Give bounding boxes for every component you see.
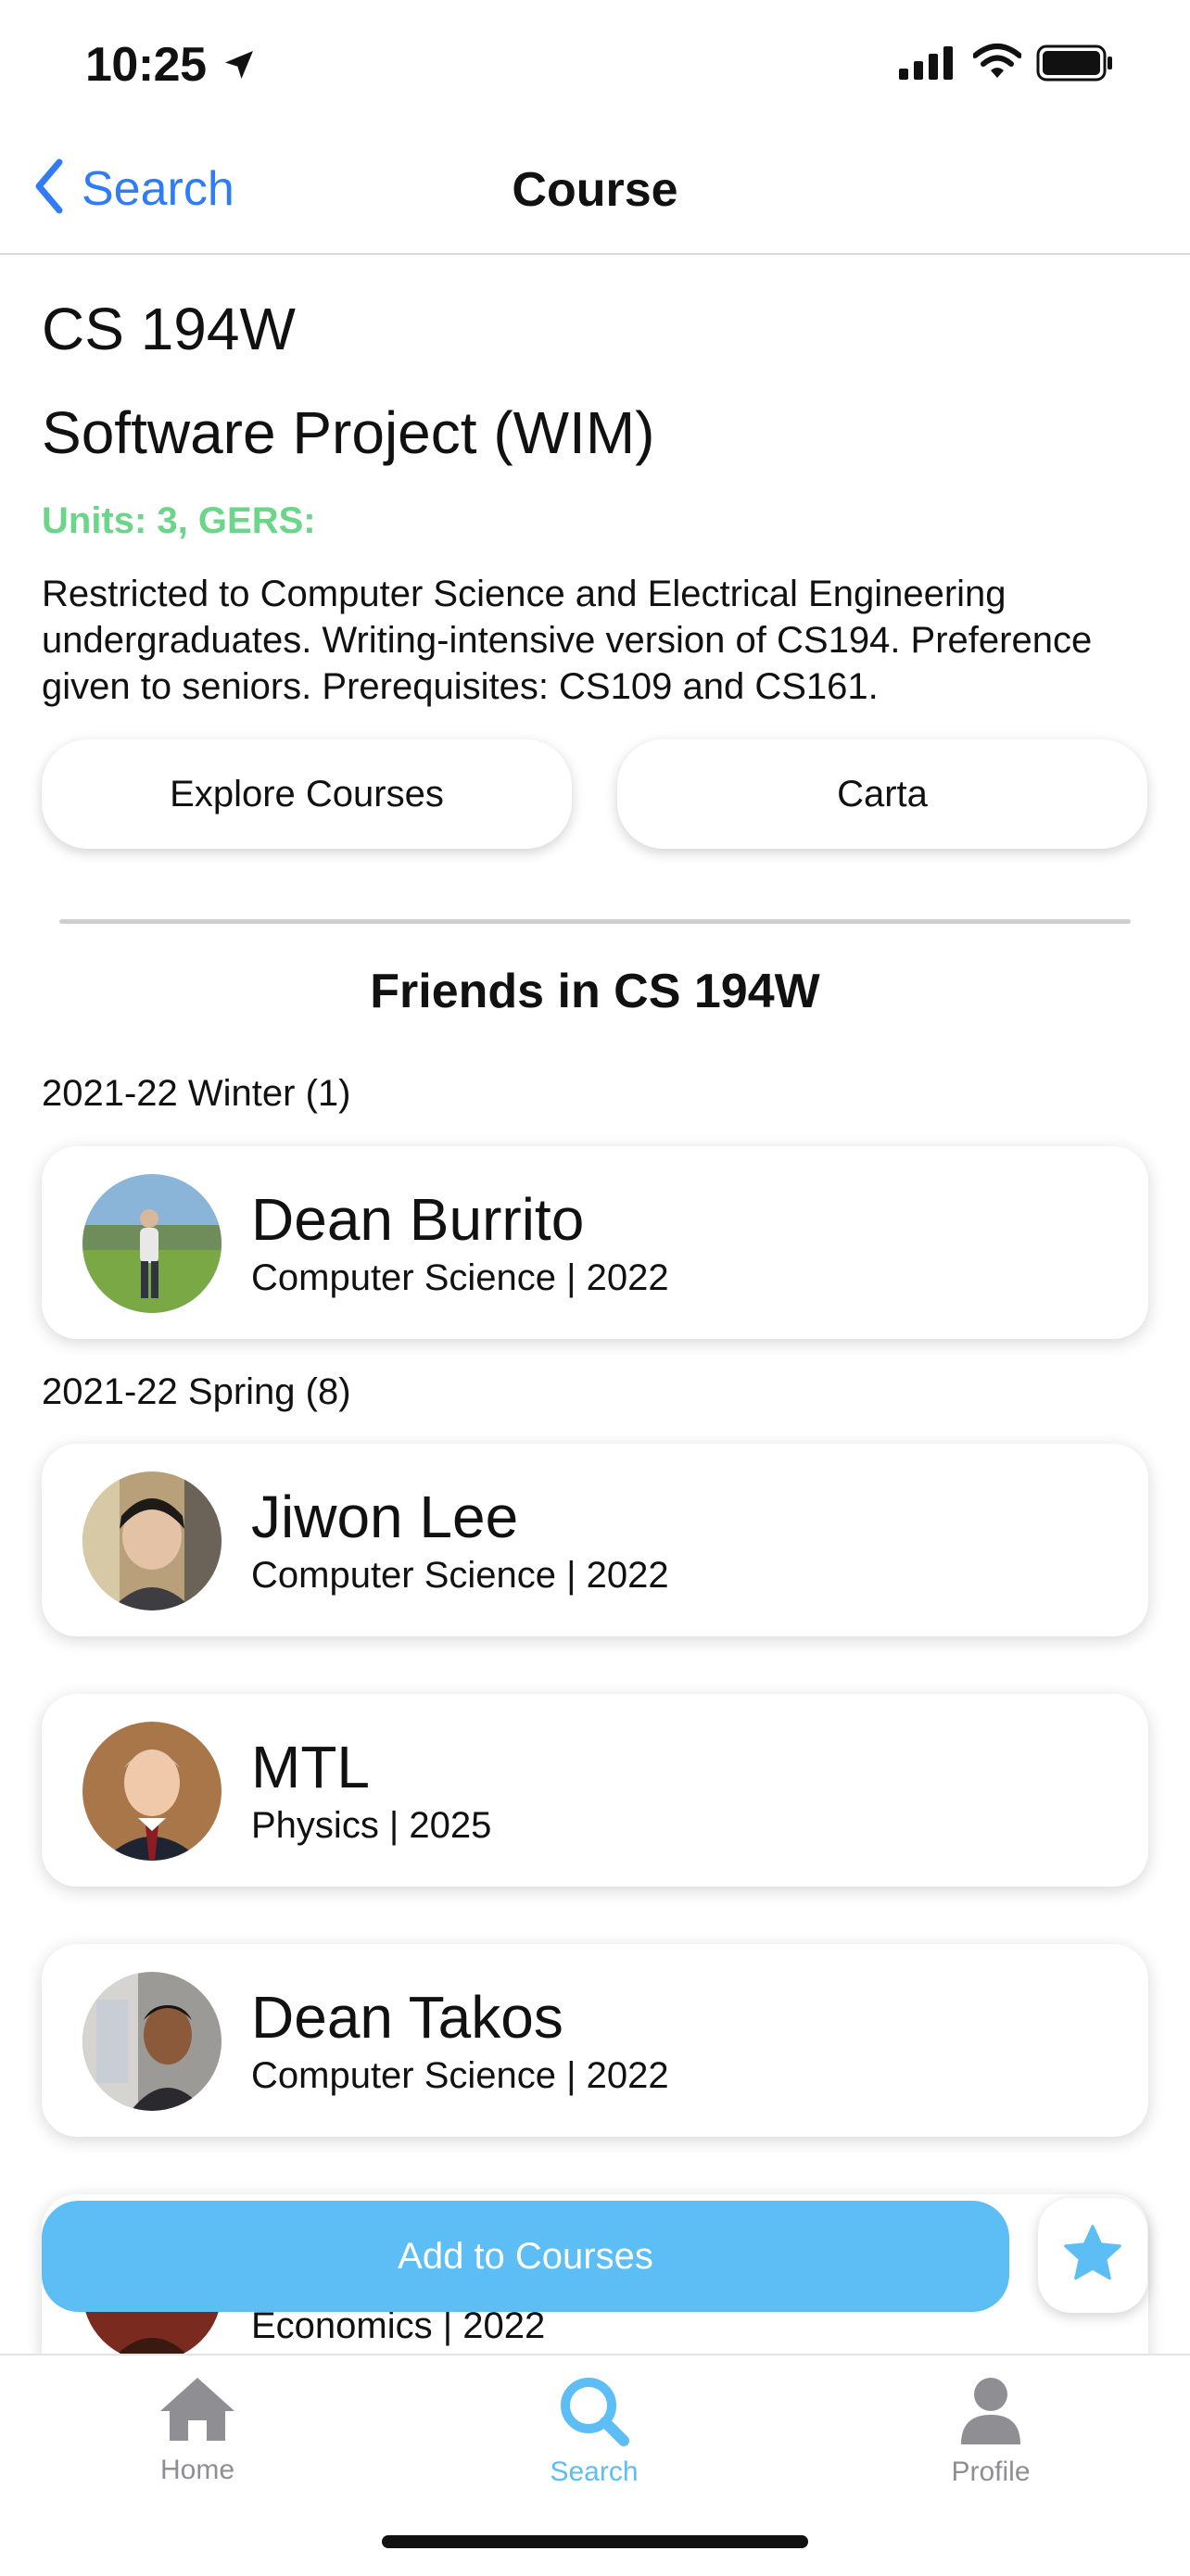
section-label-spring: 2021-22 Spring (8) <box>42 1371 351 1412</box>
star-icon <box>1059 2220 1126 2292</box>
course-description: Restricted to Computer Science and Elect… <box>42 574 1093 707</box>
avatar <box>82 1972 222 2111</box>
profile-icon <box>950 2378 1032 2450</box>
friend-card[interactable]: Jiwon Lee Computer Science | 2022 <box>42 1444 1148 1636</box>
avatar <box>82 1722 222 1861</box>
tab-search[interactable]: Search <box>492 2374 696 2488</box>
status-bar: 10:25 <box>0 0 1190 134</box>
avatar <box>82 1174 222 1313</box>
section-label-winter: 2021-22 Winter (1) <box>42 1073 351 1114</box>
friend-name: Dean Burrito <box>251 1186 585 1253</box>
course-code: CS 194W <box>42 296 296 362</box>
page-title: Course <box>512 163 678 217</box>
tab-profile-label: Profile <box>951 2456 1031 2487</box>
status-time: 10:25 <box>85 38 207 92</box>
friend-major-year: Physics | 2025 <box>251 1805 492 1846</box>
course-name: Software Project (WIM) <box>42 399 655 466</box>
favorite-button[interactable] <box>1038 2198 1147 2313</box>
home-indicator <box>382 2535 808 2548</box>
tab-search-label: Search <box>550 2456 639 2487</box>
divider <box>59 919 1131 924</box>
carta-button[interactable]: Carta <box>617 739 1147 849</box>
navigation-bar: Search Course <box>0 134 1190 255</box>
friend-card[interactable]: Dean Takos Computer Science | 2022 <box>42 1944 1148 2137</box>
course-units: Units: 3, GERS: <box>42 500 316 541</box>
friend-major-year: Computer Science | 2022 <box>251 1257 669 1298</box>
cellular-signal-icon <box>899 46 956 84</box>
friend-major-year: Computer Science | 2022 <box>251 1555 669 1596</box>
location-arrow-icon <box>221 46 258 88</box>
friend-card[interactable]: MTL Physics | 2025 <box>42 1694 1148 1887</box>
friend-card[interactable]: Dean Burrito Computer Science | 2022 <box>42 1146 1148 1339</box>
wifi-icon <box>972 43 1022 84</box>
avatar <box>82 1471 222 1610</box>
explore-courses-button[interactable]: Explore Courses <box>42 739 572 849</box>
tab-home[interactable]: Home <box>95 2374 299 2486</box>
friend-name: MTL <box>251 1734 370 1800</box>
home-icon <box>157 2378 238 2448</box>
battery-icon <box>1036 44 1114 86</box>
search-icon <box>553 2378 635 2450</box>
friends-title: Friends in CS 194W <box>370 965 820 1018</box>
friend-major-year: Computer Science | 2022 <box>251 2055 669 2096</box>
friend-name: Dean Takos <box>251 1984 563 2051</box>
tab-home-label: Home <box>159 2455 235 2485</box>
add-to-courses-button[interactable]: Add to Courses <box>42 2201 1009 2312</box>
friend-name: Jiwon Lee <box>251 1484 519 1550</box>
tab-profile[interactable]: Profile <box>889 2374 1093 2488</box>
